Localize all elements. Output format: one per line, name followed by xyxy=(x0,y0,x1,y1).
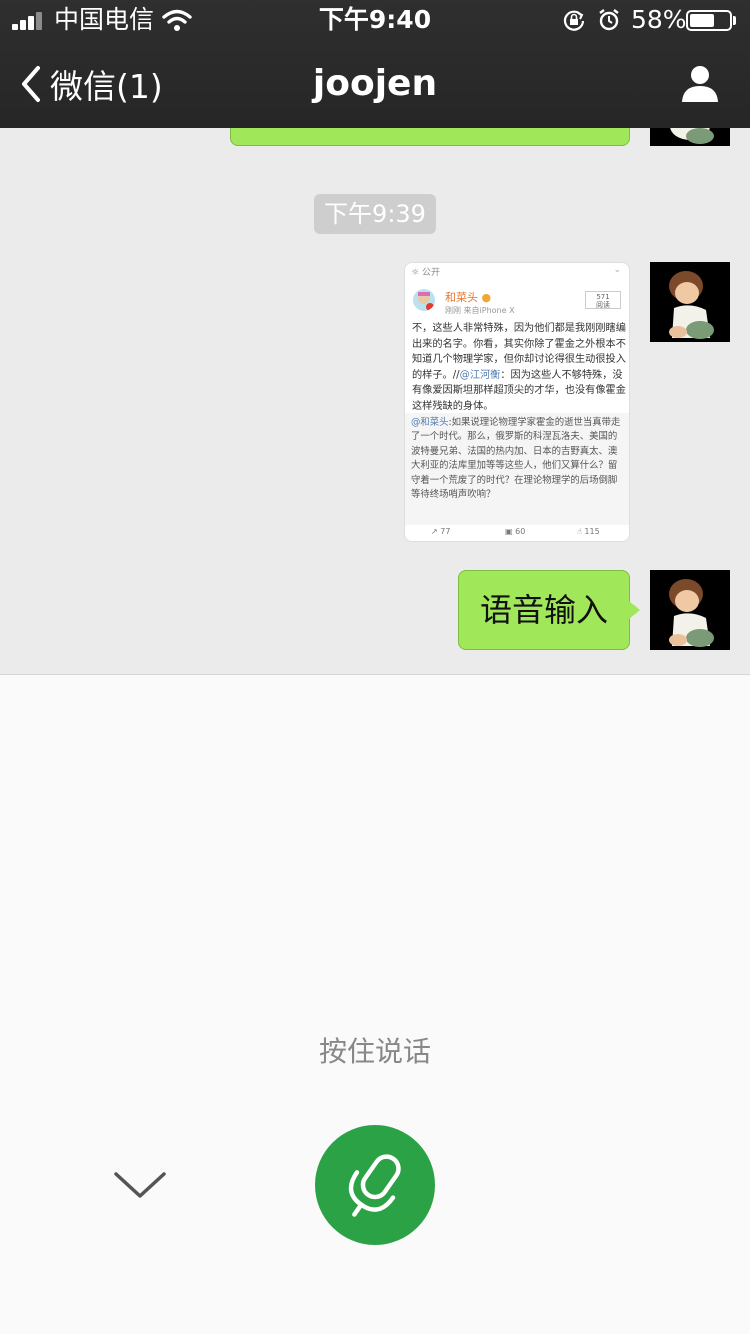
avatar-cartoon-icon xyxy=(650,262,730,342)
profile-icon[interactable] xyxy=(680,64,720,104)
repost-text: @和菜头:如果说理论物理学家霍金的逝世当真带走了一个时代。那么，俄罗斯的科涅瓦洛… xyxy=(411,416,625,502)
battery-tip xyxy=(733,16,736,25)
battery-icon xyxy=(686,10,732,31)
image-message-weibo[interactable]: ☼ 公开 ⌄ 和菜头 ● 刚刚 来自iPhone X 571 阅读 不，这些人非… xyxy=(404,262,630,542)
collapse-chevron-icon[interactable] xyxy=(112,1166,168,1204)
top-bar: 中国电信 下午9:40 58% 微信(1) joojen xyxy=(0,0,750,128)
visibility-label: ☼ 公开 xyxy=(411,268,440,278)
mention-link: @江河衡 xyxy=(459,369,501,381)
repost-count: ↗ 77 xyxy=(431,527,451,536)
alarm-icon xyxy=(599,9,619,31)
avatar-cartoon-icon xyxy=(650,570,730,650)
weibo-author-name: 和菜头 ● xyxy=(445,289,491,305)
timestamp-label: 下午9:39 xyxy=(314,194,436,234)
weibo-repost-block: @和菜头:如果说理论物理学家霍金的逝世当真带走了一个时代。那么，俄罗斯的科涅瓦洛… xyxy=(405,413,629,525)
rotation-lock-icon xyxy=(563,10,585,31)
avatar[interactable] xyxy=(650,128,730,146)
avatar[interactable] xyxy=(650,262,730,342)
comment-count: ▣ 60 xyxy=(505,527,526,536)
repost-mention-link: @和菜头 xyxy=(411,417,449,428)
previous-message-bubble[interactable] xyxy=(230,128,630,146)
avatar-cartoon-icon xyxy=(650,128,730,146)
chevron-down-icon: ⌄ xyxy=(613,265,621,275)
chat-title: joojen xyxy=(312,63,438,104)
status-bar: 中国电信 下午9:40 58% xyxy=(0,0,750,40)
battery-percent: 58% xyxy=(631,5,687,34)
comment-count-value: 60 xyxy=(515,527,526,536)
weibo-main-text: 不，这些人非常特殊，因为他们都是我刚刚瞎编出来的名字。你看，其实你除了霍金之外根… xyxy=(412,321,626,414)
message-bubble-voice-input[interactable]: 语音输入 xyxy=(458,570,630,650)
reads-count: 571 xyxy=(596,293,610,301)
weibo-actions: ↗ 77 ▣ 60 ☝ 115 xyxy=(405,525,629,541)
reads-label: 阅读 xyxy=(596,301,610,309)
repost-count-value: 77 xyxy=(440,527,451,536)
weibo-meta: 刚刚 来自iPhone X xyxy=(445,306,515,315)
like-count-value: 115 xyxy=(584,527,600,536)
author-avatar-icon xyxy=(418,292,434,311)
bubble-tail xyxy=(629,601,640,619)
repost-body: :如果说理论物理学家霍金的逝世当真带走了一个时代。那么，俄罗斯的科涅瓦洛夫、美国… xyxy=(411,417,621,501)
voice-record-button[interactable] xyxy=(315,1125,435,1245)
weibo-reads-box: 571 阅读 xyxy=(585,291,621,309)
like-count: ☝ 115 xyxy=(577,527,600,536)
hold-to-talk-hint: 按住说话 xyxy=(318,1035,431,1068)
author-name-text: 和菜头 xyxy=(445,291,478,304)
microphone-icon xyxy=(348,1154,401,1217)
visibility-text: 公开 xyxy=(421,268,440,278)
avatar[interactable] xyxy=(650,570,730,650)
vip-badge-icon: ● xyxy=(481,291,492,304)
battery-fill xyxy=(690,14,715,27)
weibo-author-avatar xyxy=(413,289,435,311)
chat-area[interactable]: 下午9:39 ☼ 公开 ⌄ 和菜头 ● 刚刚 来自iPhone X 571 阅读… xyxy=(0,128,750,674)
panel-divider xyxy=(0,674,750,675)
